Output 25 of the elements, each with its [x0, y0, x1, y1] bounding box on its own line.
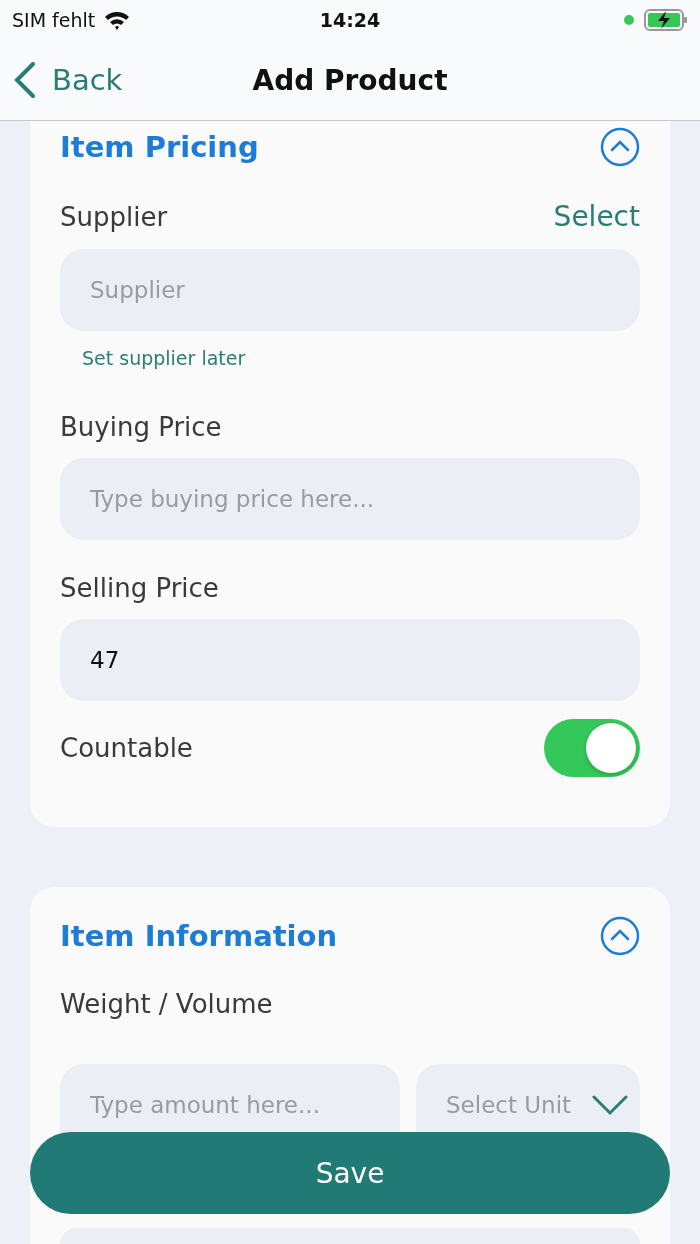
field-label: Selling Price — [60, 573, 219, 603]
field-label: Supplier — [60, 201, 168, 232]
wifi-icon — [103, 10, 132, 30]
chevron-down-icon — [592, 1094, 628, 1116]
chevron-left-icon — [14, 62, 36, 98]
back-button[interactable]: Back — [14, 62, 123, 98]
set-later-link[interactable]: Set supplier later — [82, 347, 246, 369]
field-label: Buying Price — [60, 412, 222, 442]
toggle-switch[interactable] — [544, 719, 640, 777]
dot-icon — [624, 15, 634, 25]
section-title: Item Information — [60, 919, 338, 953]
unit-dropdown[interactable]: Select Unit — [416, 1064, 640, 1132]
status-time: 14:24 — [319, 9, 381, 31]
screen-title: Add Product — [252, 63, 448, 97]
battery-charging-icon — [644, 9, 688, 31]
input-field[interactable]: 47 — [60, 619, 640, 701]
save-button[interactable]: Save — [30, 1132, 670, 1214]
toggle-label: Countable — [60, 733, 193, 763]
section-title: Item Pricing — [60, 130, 259, 164]
input-field[interactable]: Type buying price here... — [60, 458, 640, 540]
field-label: Weight / Volume — [60, 989, 273, 1019]
input-field[interactable]: Supplier — [60, 249, 640, 331]
input-field[interactable]: Type amount here... — [60, 1064, 400, 1132]
carrier-text: SIM fehlt — [12, 9, 96, 31]
select-link[interactable]: Select — [553, 200, 640, 233]
